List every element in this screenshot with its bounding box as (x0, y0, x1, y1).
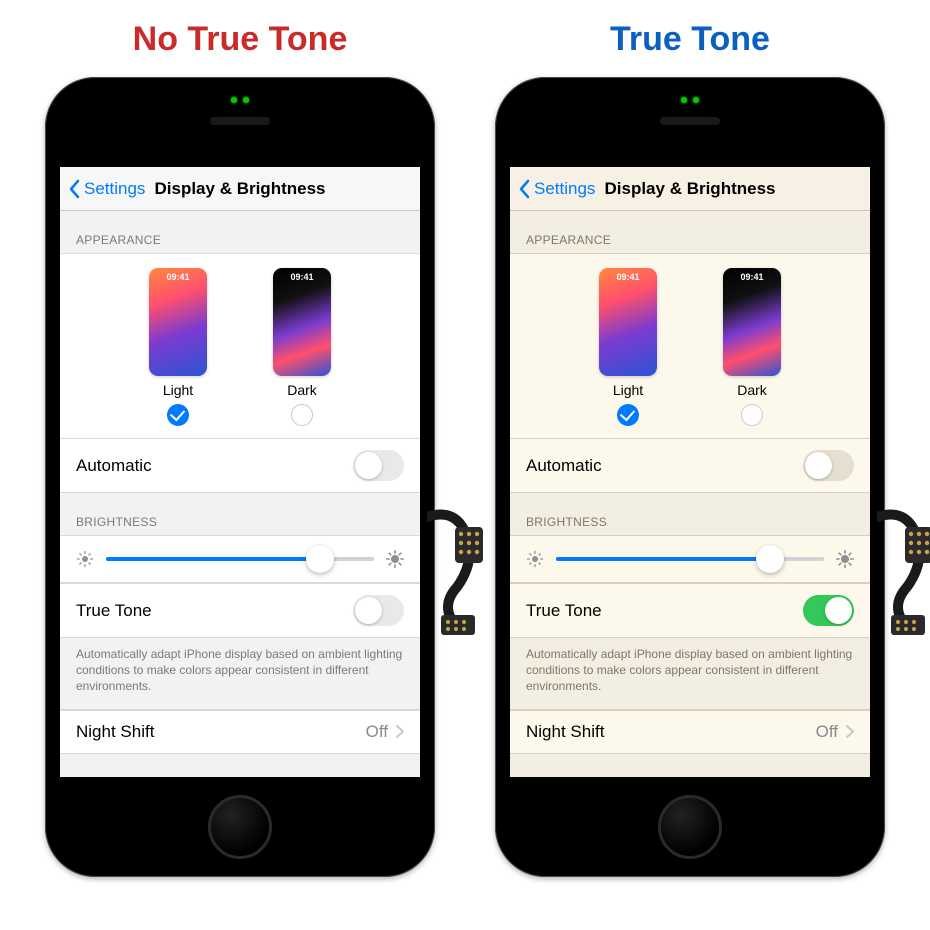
phone-mock-left: Settings Display & Brightness APPEARANCE… (45, 77, 435, 877)
section-brightness-label: BRIGHTNESS (60, 493, 420, 535)
automatic-label: Automatic (76, 456, 152, 476)
dark-thumbnail (723, 268, 781, 376)
dark-thumbnail (273, 268, 331, 376)
phone-mock-right: Settings Display & Brightness APPEARANCE… (495, 77, 885, 877)
true-tone-row: True Tone (510, 583, 870, 638)
dark-radio[interactable] (291, 404, 313, 426)
back-label: Settings (84, 179, 145, 199)
back-label: Settings (534, 179, 595, 199)
headline-no-true-tone: No True Tone (133, 20, 348, 59)
sun-small-icon (76, 550, 94, 568)
true-tone-label: True Tone (76, 601, 152, 621)
true-tone-toggle[interactable] (353, 595, 404, 626)
settings-screen-right: Settings Display & Brightness APPEARANCE… (510, 167, 870, 777)
chevron-right-icon (846, 725, 854, 738)
flex-cable-left (427, 507, 487, 637)
chevron-left-icon (518, 179, 532, 199)
automatic-row: Automatic (60, 438, 420, 493)
sun-large-icon (836, 550, 854, 568)
dark-label: Dark (287, 382, 317, 398)
light-thumbnail (599, 268, 657, 376)
automatic-toggle[interactable] (353, 450, 404, 481)
true-tone-footnote: Automatically adapt iPhone display based… (60, 638, 420, 710)
brightness-slider-row (60, 535, 420, 583)
section-appearance-label: APPEARANCE (60, 211, 420, 253)
sun-small-icon (526, 550, 544, 568)
automatic-label: Automatic (526, 456, 602, 476)
night-shift-value: Off (816, 722, 838, 742)
sun-large-icon (386, 550, 404, 568)
navigation-bar: Settings Display & Brightness (510, 167, 870, 211)
section-appearance-label: APPEARANCE (510, 211, 870, 253)
true-tone-row: True Tone (60, 583, 420, 638)
appearance-option-light[interactable]: Light (149, 268, 207, 426)
appearance-picker: Light Dark (510, 253, 870, 438)
automatic-toggle[interactable] (803, 450, 854, 481)
home-button[interactable] (208, 795, 272, 859)
light-radio[interactable] (167, 404, 189, 426)
chevron-left-icon (68, 179, 82, 199)
light-thumbnail (149, 268, 207, 376)
night-shift-row[interactable]: Night Shift Off (60, 710, 420, 754)
true-tone-label: True Tone (526, 601, 602, 621)
night-shift-label: Night Shift (76, 722, 154, 742)
night-shift-row[interactable]: Night Shift Off (510, 710, 870, 754)
brightness-slider[interactable] (106, 557, 374, 561)
dark-radio[interactable] (741, 404, 763, 426)
light-label: Light (613, 382, 643, 398)
light-label: Light (163, 382, 193, 398)
appearance-picker: Light Dark (60, 253, 420, 438)
light-radio[interactable] (617, 404, 639, 426)
settings-screen-left: Settings Display & Brightness APPEARANCE… (60, 167, 420, 777)
section-brightness-label: BRIGHTNESS (510, 493, 870, 535)
brightness-slider[interactable] (556, 557, 824, 561)
navigation-bar: Settings Display & Brightness (60, 167, 420, 211)
flex-cable-right (877, 507, 930, 637)
appearance-option-dark[interactable]: Dark (723, 268, 781, 426)
night-shift-value: Off (366, 722, 388, 742)
back-button[interactable]: Settings (68, 179, 145, 199)
headline-true-tone: True Tone (610, 20, 770, 59)
chevron-right-icon (396, 725, 404, 738)
automatic-row: Automatic (510, 438, 870, 493)
true-tone-footnote: Automatically adapt iPhone display based… (510, 638, 870, 710)
appearance-option-dark[interactable]: Dark (273, 268, 331, 426)
dark-label: Dark (737, 382, 767, 398)
home-button[interactable] (658, 795, 722, 859)
appearance-option-light[interactable]: Light (599, 268, 657, 426)
back-button[interactable]: Settings (518, 179, 595, 199)
true-tone-toggle[interactable] (803, 595, 854, 626)
night-shift-label: Night Shift (526, 722, 604, 742)
brightness-slider-row (510, 535, 870, 583)
